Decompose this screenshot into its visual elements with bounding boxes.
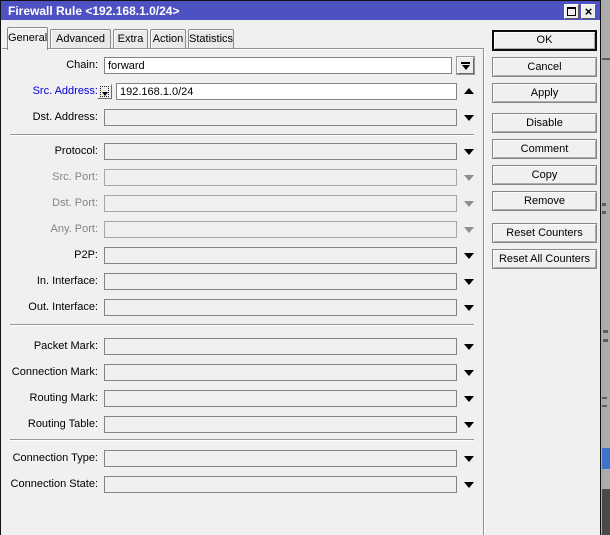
ok-button[interactable]: OK — [492, 30, 597, 51]
connection-mark-expand-arrow[interactable] — [464, 370, 474, 376]
dst-port-expand-arrow — [464, 201, 474, 207]
form-buttons-divider — [483, 48, 485, 535]
p2p-expand-arrow[interactable] — [464, 253, 474, 259]
copy-button[interactable]: Copy — [492, 165, 597, 185]
in-interface-input[interactable] — [104, 273, 457, 290]
remove-button[interactable]: Remove — [492, 191, 597, 211]
dst-port-input — [104, 195, 457, 212]
routing-table-label: Routing Table: — [27, 418, 98, 430]
separator — [10, 324, 474, 326]
packet-mark-input[interactable] — [104, 338, 457, 355]
protocol-expand-arrow[interactable] — [464, 149, 474, 155]
window-titlebar[interactable]: Firewall Rule <192.168.1.0/24> — [1, 1, 600, 20]
out-interface-input[interactable] — [104, 299, 457, 316]
src-address-input[interactable] — [116, 83, 457, 100]
src-address-collapse-arrow[interactable] — [464, 88, 474, 94]
connection-type-label: Connection Type: — [12, 452, 98, 464]
window-title: Firewall Rule <192.168.1.0/24> — [8, 4, 180, 18]
tab-statistics[interactable]: Statistics — [188, 29, 234, 48]
routing-mark-expand-arrow[interactable] — [464, 396, 474, 402]
maximize-button[interactable] — [564, 4, 579, 19]
tab-general[interactable]: General — [7, 27, 48, 50]
chain-label: Chain: — [66, 59, 98, 71]
chain-input[interactable] — [104, 57, 452, 74]
p2p-label: P2P: — [74, 249, 98, 261]
separator — [10, 439, 474, 441]
reset-all-counters-button[interactable]: Reset All Counters — [492, 249, 597, 269]
packet-mark-expand-arrow[interactable] — [464, 344, 474, 350]
dropdown-arrow-icon — [461, 61, 470, 64]
connection-state-input[interactable] — [104, 476, 457, 493]
src-address-label: Src. Address: — [32, 85, 98, 97]
dst-address-expand-arrow[interactable] — [464, 115, 474, 121]
src-port-label: Src. Port: — [52, 171, 98, 183]
src-port-input — [104, 169, 457, 186]
maximize-icon — [567, 7, 576, 16]
connection-type-input[interactable] — [104, 450, 457, 467]
dst-address-label: Dst. Address: — [32, 111, 98, 123]
src-port-expand-arrow — [464, 175, 474, 181]
connection-type-expand-arrow[interactable] — [464, 456, 474, 462]
tab-advanced[interactable]: Advanced — [50, 29, 111, 48]
reset-counters-button[interactable]: Reset Counters — [492, 223, 597, 243]
connection-state-label: Connection State: — [10, 478, 98, 490]
apply-button[interactable]: Apply — [492, 83, 597, 103]
out-interface-expand-arrow[interactable] — [464, 305, 474, 311]
protocol-input[interactable] — [104, 143, 457, 160]
in-interface-label: In. Interface: — [36, 275, 98, 287]
tab-action[interactable]: Action — [150, 29, 186, 48]
any-port-input — [104, 221, 457, 238]
connection-mark-label: Connection Mark: — [11, 366, 98, 378]
connection-mark-input[interactable] — [104, 364, 457, 381]
comment-button[interactable]: Comment — [492, 139, 597, 159]
cancel-button[interactable]: Cancel — [492, 57, 597, 77]
background-dark-panel — [602, 489, 610, 535]
negate-icon — [100, 86, 109, 97]
routing-mark-input[interactable] — [104, 390, 457, 407]
separator — [10, 134, 474, 136]
protocol-label: Protocol: — [54, 145, 98, 157]
packet-mark-label: Packet Mark: — [33, 340, 98, 352]
src-address-invert-toggle[interactable] — [97, 84, 112, 99]
out-interface-label: Out. Interface: — [28, 301, 98, 313]
close-button[interactable]: × — [581, 4, 596, 19]
chain-dropdown-button[interactable] — [456, 56, 475, 75]
connection-state-expand-arrow[interactable] — [464, 482, 474, 488]
background-selection-row — [602, 448, 610, 469]
routing-mark-label: Routing Mark: — [29, 392, 98, 404]
routing-table-input[interactable] — [104, 416, 457, 433]
p2p-input[interactable] — [104, 247, 457, 264]
dst-address-input[interactable] — [104, 109, 457, 126]
tab-extra[interactable]: Extra — [113, 29, 148, 48]
screen: Firewall Rule <192.168.1.0/24> × General… — [0, 0, 610, 535]
tab-content-edge — [2, 48, 483, 50]
background-window-edge — [602, 0, 610, 535]
any-port-label: Any. Port: — [50, 223, 98, 235]
in-interface-expand-arrow[interactable] — [464, 279, 474, 285]
dst-port-label: Dst. Port: — [52, 197, 98, 209]
any-port-expand-arrow — [464, 227, 474, 233]
routing-table-expand-arrow[interactable] — [464, 422, 474, 428]
disable-button[interactable]: Disable — [492, 113, 597, 133]
close-icon: × — [584, 4, 593, 19]
